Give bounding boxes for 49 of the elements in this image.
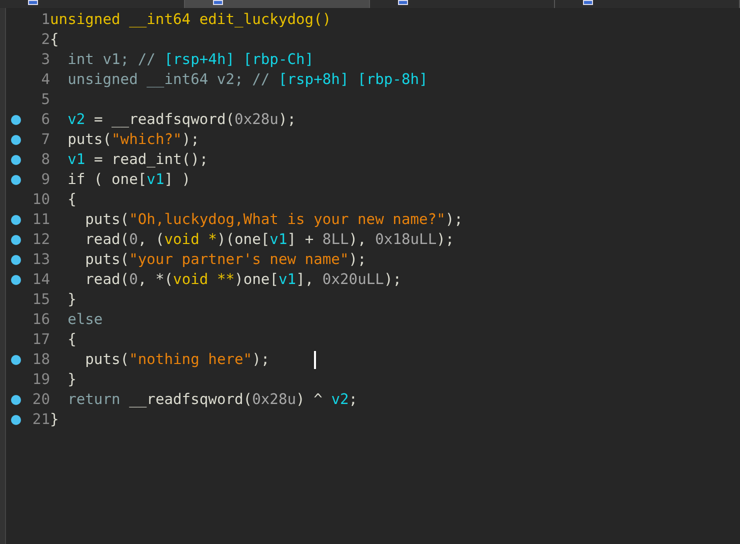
line-number: 1 [40,10,50,30]
code-line: v1 = read_int(); [66,150,208,170]
code-line: puts("nothing here"); [84,350,270,370]
line-number: 16 [31,310,50,330]
code-line: unsigned __int64 v2; // [rsp+8h] [rbp-8h] [66,70,428,90]
code-line: if ( one[v1] ) [66,170,191,190]
code-line: { [50,30,59,50]
line-number: 3 [40,50,50,70]
line-number: 20 [31,390,50,410]
window-icon [398,0,408,5]
line-number: 15 [31,290,50,310]
code-line: read(0, *(void **)one[v1], 0x20uLL); [84,270,402,290]
line-number: 4 [40,70,50,90]
line-number: 13 [31,250,50,270]
line-number: 21 [31,410,50,430]
line-number: 5 [40,90,50,110]
line-number: 14 [31,270,50,290]
code-line: } [66,370,76,390]
line-number: 9 [40,170,50,190]
code-line: int v1; // [rsp+4h] [rbp-Ch] [66,50,314,70]
window-icon [28,0,38,5]
line-number: 19 [31,370,50,390]
line-number: 6 [40,110,50,130]
line-number: 12 [31,230,50,250]
line-number: 2 [40,30,50,50]
code-line: return __readfsqword(0x28u) ^ v2; [66,390,358,410]
code-line: puts("Oh,luckydog,What is your new name?"); [84,210,463,230]
tab[interactable] [0,0,185,8]
code-line: else [66,310,103,330]
code-line: } [50,410,59,430]
code-line: v2 = __readfsqword(0x28u); [66,110,296,130]
line-number: 11 [31,210,50,230]
line-number: 8 [40,150,50,170]
code-line: { [66,330,76,350]
code-line: puts("which?"); [66,130,200,150]
line-number: 10 [31,190,50,210]
text-cursor [314,351,316,369]
window-icon [213,0,223,5]
code-line: read(0, (void *)(one[v1] + 8LL), 0x18uLL); [84,230,454,250]
line-number: 17 [31,330,50,350]
code-line: unsigned __int64 edit_luckydog() [50,10,332,30]
line-number: 7 [40,130,50,150]
code-line: puts("your partner's new name"); [84,250,366,270]
line-number: 18 [31,350,50,370]
code-line: } [66,290,76,310]
tab[interactable] [555,0,740,8]
window-icon [583,0,593,5]
tab[interactable] [370,0,555,8]
code-line: { [66,190,76,210]
